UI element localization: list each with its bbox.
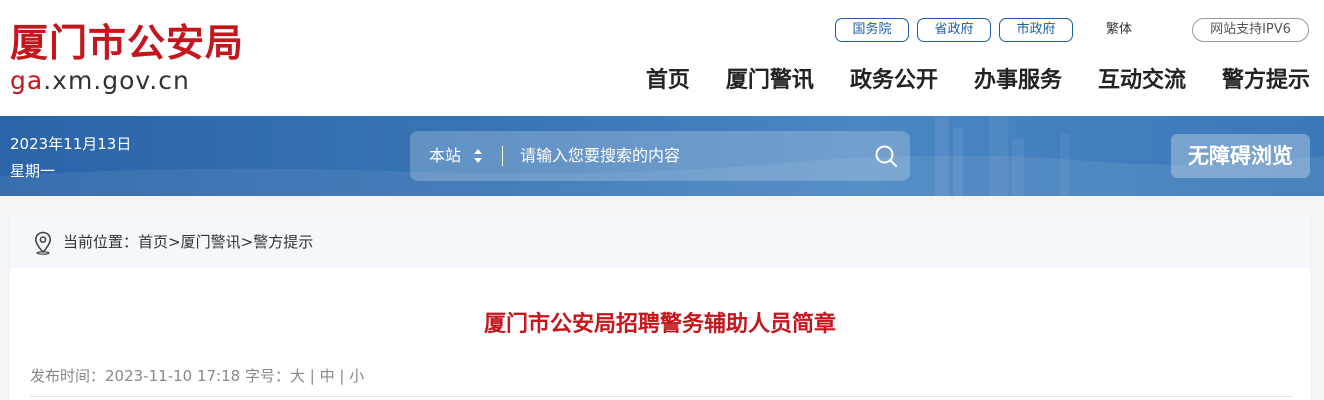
article-title: 厦门市公安局招聘警务辅助人员简章 [483, 312, 836, 337]
font-size-label: 字号： [244, 367, 290, 385]
sort-arrows-icon[interactable] [472, 147, 484, 165]
breadcrumb-home[interactable]: 首页 [138, 233, 168, 251]
traditional-chinese-link[interactable]: 繁体 [1106, 18, 1146, 42]
breadcrumb-separator: > [168, 233, 181, 251]
nav-police-tips[interactable]: 警方提示 [1222, 64, 1310, 98]
nav-xiamen-police-news[interactable]: 厦门警讯 [726, 64, 814, 98]
publish-time: 2023-11-10 17:18 [105, 367, 241, 385]
nav-home[interactable]: 首页 [646, 64, 690, 98]
font-size-large[interactable]: 大 [290, 367, 305, 385]
url-prefix: ga [10, 66, 44, 95]
article-container: 厦门市公安局招聘警务辅助人员简章 发布时间：2023-11-10 17:18 字… [10, 268, 1310, 400]
breadcrumb: 当前位置：首页>厦门警讯>警方提示 [10, 216, 1310, 268]
breadcrumb-separator: > [240, 233, 254, 251]
nav-services[interactable]: 办事服务 [974, 64, 1062, 98]
link-city-gov[interactable]: 市政府 [999, 18, 1073, 42]
nav-government-affairs[interactable]: 政务公开 [850, 64, 938, 98]
breadcrumb-label: 当前位置： [63, 233, 139, 251]
nav-interaction[interactable]: 互动交流 [1098, 64, 1186, 98]
meta-divider [30, 396, 1292, 397]
current-date: 2023年11月13日 [10, 135, 132, 153]
page-content-area: 当前位置：首页>厦门警讯>警方提示 厦门市公安局招聘警务辅助人员简章 发布时间：… [0, 196, 1324, 400]
search-icon[interactable] [874, 144, 898, 168]
accessibility-button[interactable]: 无障碍浏览 [1171, 134, 1310, 178]
banner-bar: 2023年11月13日 星期一 本站 无障碍浏览 [0, 116, 1324, 196]
location-pin-icon [34, 231, 52, 255]
font-size-medium[interactable]: 中 [320, 367, 335, 385]
site-logo-url[interactable]: ga.xm.gov.cn [10, 66, 190, 95]
current-weekday: 星期一 [10, 162, 56, 180]
publish-label: 发布时间： [30, 367, 106, 385]
article-meta: 发布时间：2023-11-10 17:18 字号：大 | 中 | 小 [30, 367, 365, 385]
site-header: 厦门市公安局 ga.xm.gov.cn 国务院 省政府 市政府 繁体 网站支持I… [0, 0, 1324, 116]
search-divider [502, 146, 503, 166]
font-size-small[interactable]: 小 [349, 367, 364, 385]
top-links: 国务院 省政府 市政府 繁体 网站支持IPV6 [789, 18, 1309, 42]
search-box: 本站 [410, 131, 910, 181]
link-state-council[interactable]: 国务院 [835, 18, 909, 42]
link-provincial-gov[interactable]: 省政府 [917, 18, 991, 42]
search-scope-select[interactable]: 本站 [429, 131, 461, 181]
search-input[interactable] [520, 131, 860, 181]
url-rest: .xm.gov.cn [43, 66, 190, 95]
breadcrumb-police-tips[interactable]: 警方提示 [253, 233, 313, 251]
main-nav: 首页 厦门警讯 政务公开 办事服务 互动交流 警方提示 [646, 64, 1310, 98]
ipv6-badge[interactable]: 网站支持IPV6 [1192, 18, 1309, 42]
site-logo-name[interactable]: 厦门市公安局 [10, 18, 244, 68]
breadcrumb-text: 当前位置：首页>厦门警讯>警方提示 [63, 216, 313, 268]
breadcrumb-xiamen-police-news[interactable]: 厦门警讯 [181, 233, 241, 251]
